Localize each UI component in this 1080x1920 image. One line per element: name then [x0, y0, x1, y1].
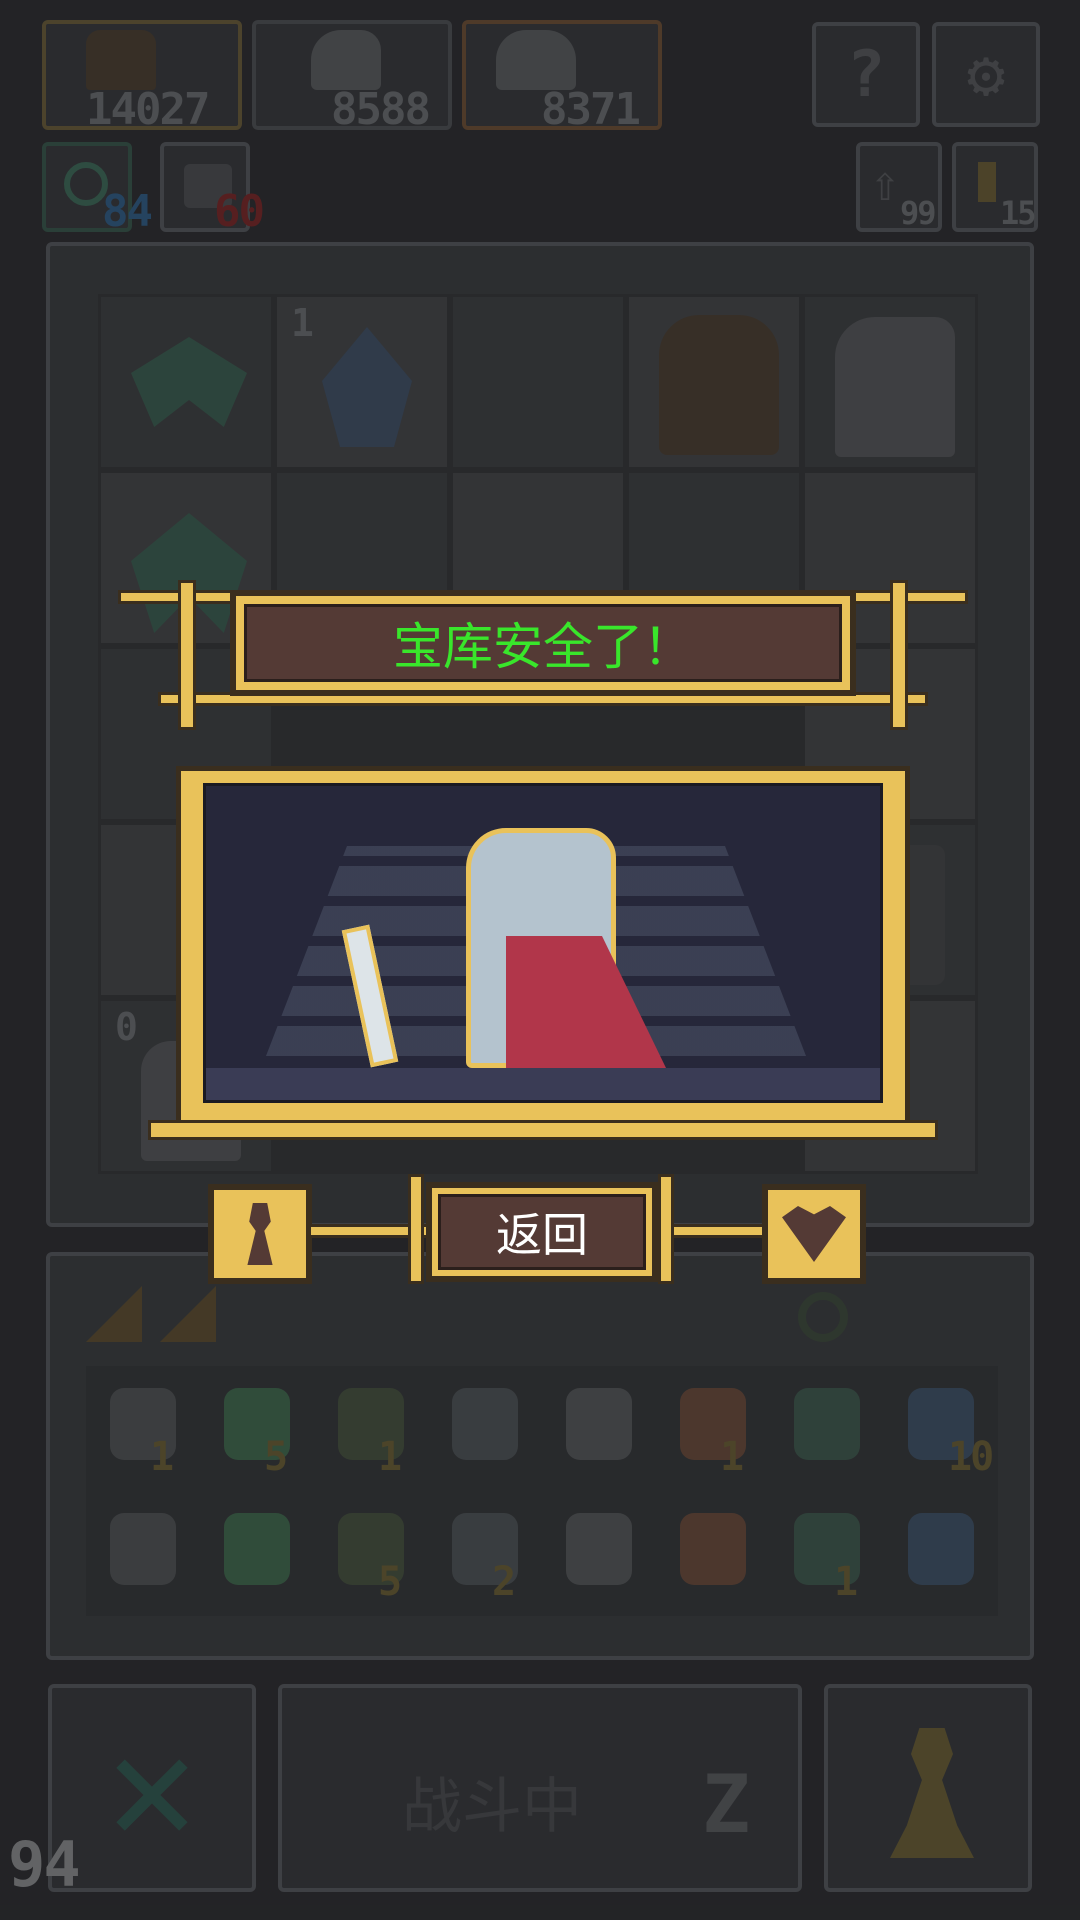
return-label: 返回 [496, 1208, 588, 1262]
banner-post-left [178, 580, 196, 730]
picture-base [148, 1120, 938, 1140]
title-banner: 宝库安全了！ [230, 590, 856, 696]
right-action-button[interactable] [762, 1184, 866, 1284]
result-dialog: 宝库安全了！ 返回 [118, 580, 968, 1300]
left-action-button[interactable] [208, 1184, 312, 1284]
banner-post-right [890, 580, 908, 730]
pawn-icon [247, 1203, 273, 1265]
title-inner: 宝库安全了！ [244, 604, 842, 682]
floor [206, 1068, 880, 1100]
return-button[interactable]: 返回 [426, 1182, 658, 1282]
heart-shield-icon [782, 1206, 846, 1262]
return-post-left [408, 1174, 424, 1284]
picture-frame [176, 766, 910, 1126]
dialog-title: 宝库安全了！ [393, 618, 693, 676]
return-inner: 返回 [438, 1194, 646, 1270]
return-post-right [658, 1174, 674, 1284]
picture-scene [203, 783, 883, 1103]
